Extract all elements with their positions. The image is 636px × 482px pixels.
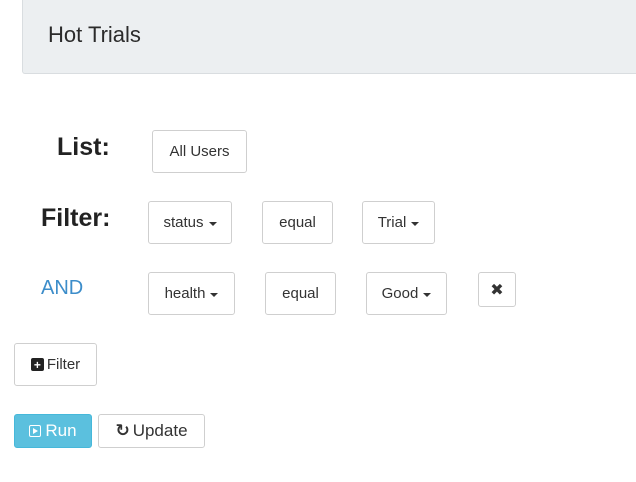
filter-value-label: Good — [381, 285, 419, 302]
list-label: List: — [57, 133, 110, 161]
update-button[interactable]: ↻ Update — [98, 414, 205, 448]
close-icon: ✖ — [490, 281, 504, 299]
filter-field-label: status — [163, 214, 204, 231]
caret-down-icon — [208, 221, 217, 226]
list-select-button[interactable]: All Users — [152, 130, 247, 173]
filter-field-dropdown[interactable]: status — [148, 201, 232, 244]
plus-square-icon: + — [30, 358, 44, 371]
add-filter-button[interactable]: + Filter — [14, 343, 97, 386]
filter-field-label: health — [164, 285, 206, 302]
filter-operator-button[interactable]: equal — [265, 272, 336, 315]
and-connector-label: AND — [41, 277, 84, 299]
list-select-label: All Users — [169, 143, 230, 160]
caret-down-icon — [210, 292, 219, 297]
remove-filter-button[interactable]: ✖ — [478, 272, 516, 307]
filter-value-label: Trial — [377, 214, 407, 231]
filter-operator-label: equal — [279, 214, 316, 231]
run-button[interactable]: Run — [14, 414, 92, 448]
page-title: Hot Trials — [48, 22, 141, 47]
caret-down-icon — [411, 221, 420, 226]
filter-label: Filter: — [41, 204, 111, 232]
page-header: Hot Trials — [22, 0, 636, 74]
refresh-icon: ↻ — [115, 421, 130, 440]
update-label: Update — [132, 421, 188, 440]
run-label: Run — [45, 421, 77, 440]
filter-value-dropdown[interactable]: Good — [366, 272, 447, 315]
filter-operator-label: equal — [282, 285, 319, 302]
add-filter-label: Filter — [46, 356, 81, 373]
filter-value-dropdown[interactable]: Trial — [362, 201, 435, 244]
filter-operator-button[interactable]: equal — [262, 201, 333, 244]
filter-field-dropdown[interactable]: health — [148, 272, 235, 315]
caret-down-icon — [423, 292, 432, 297]
play-square-icon — [29, 425, 42, 437]
